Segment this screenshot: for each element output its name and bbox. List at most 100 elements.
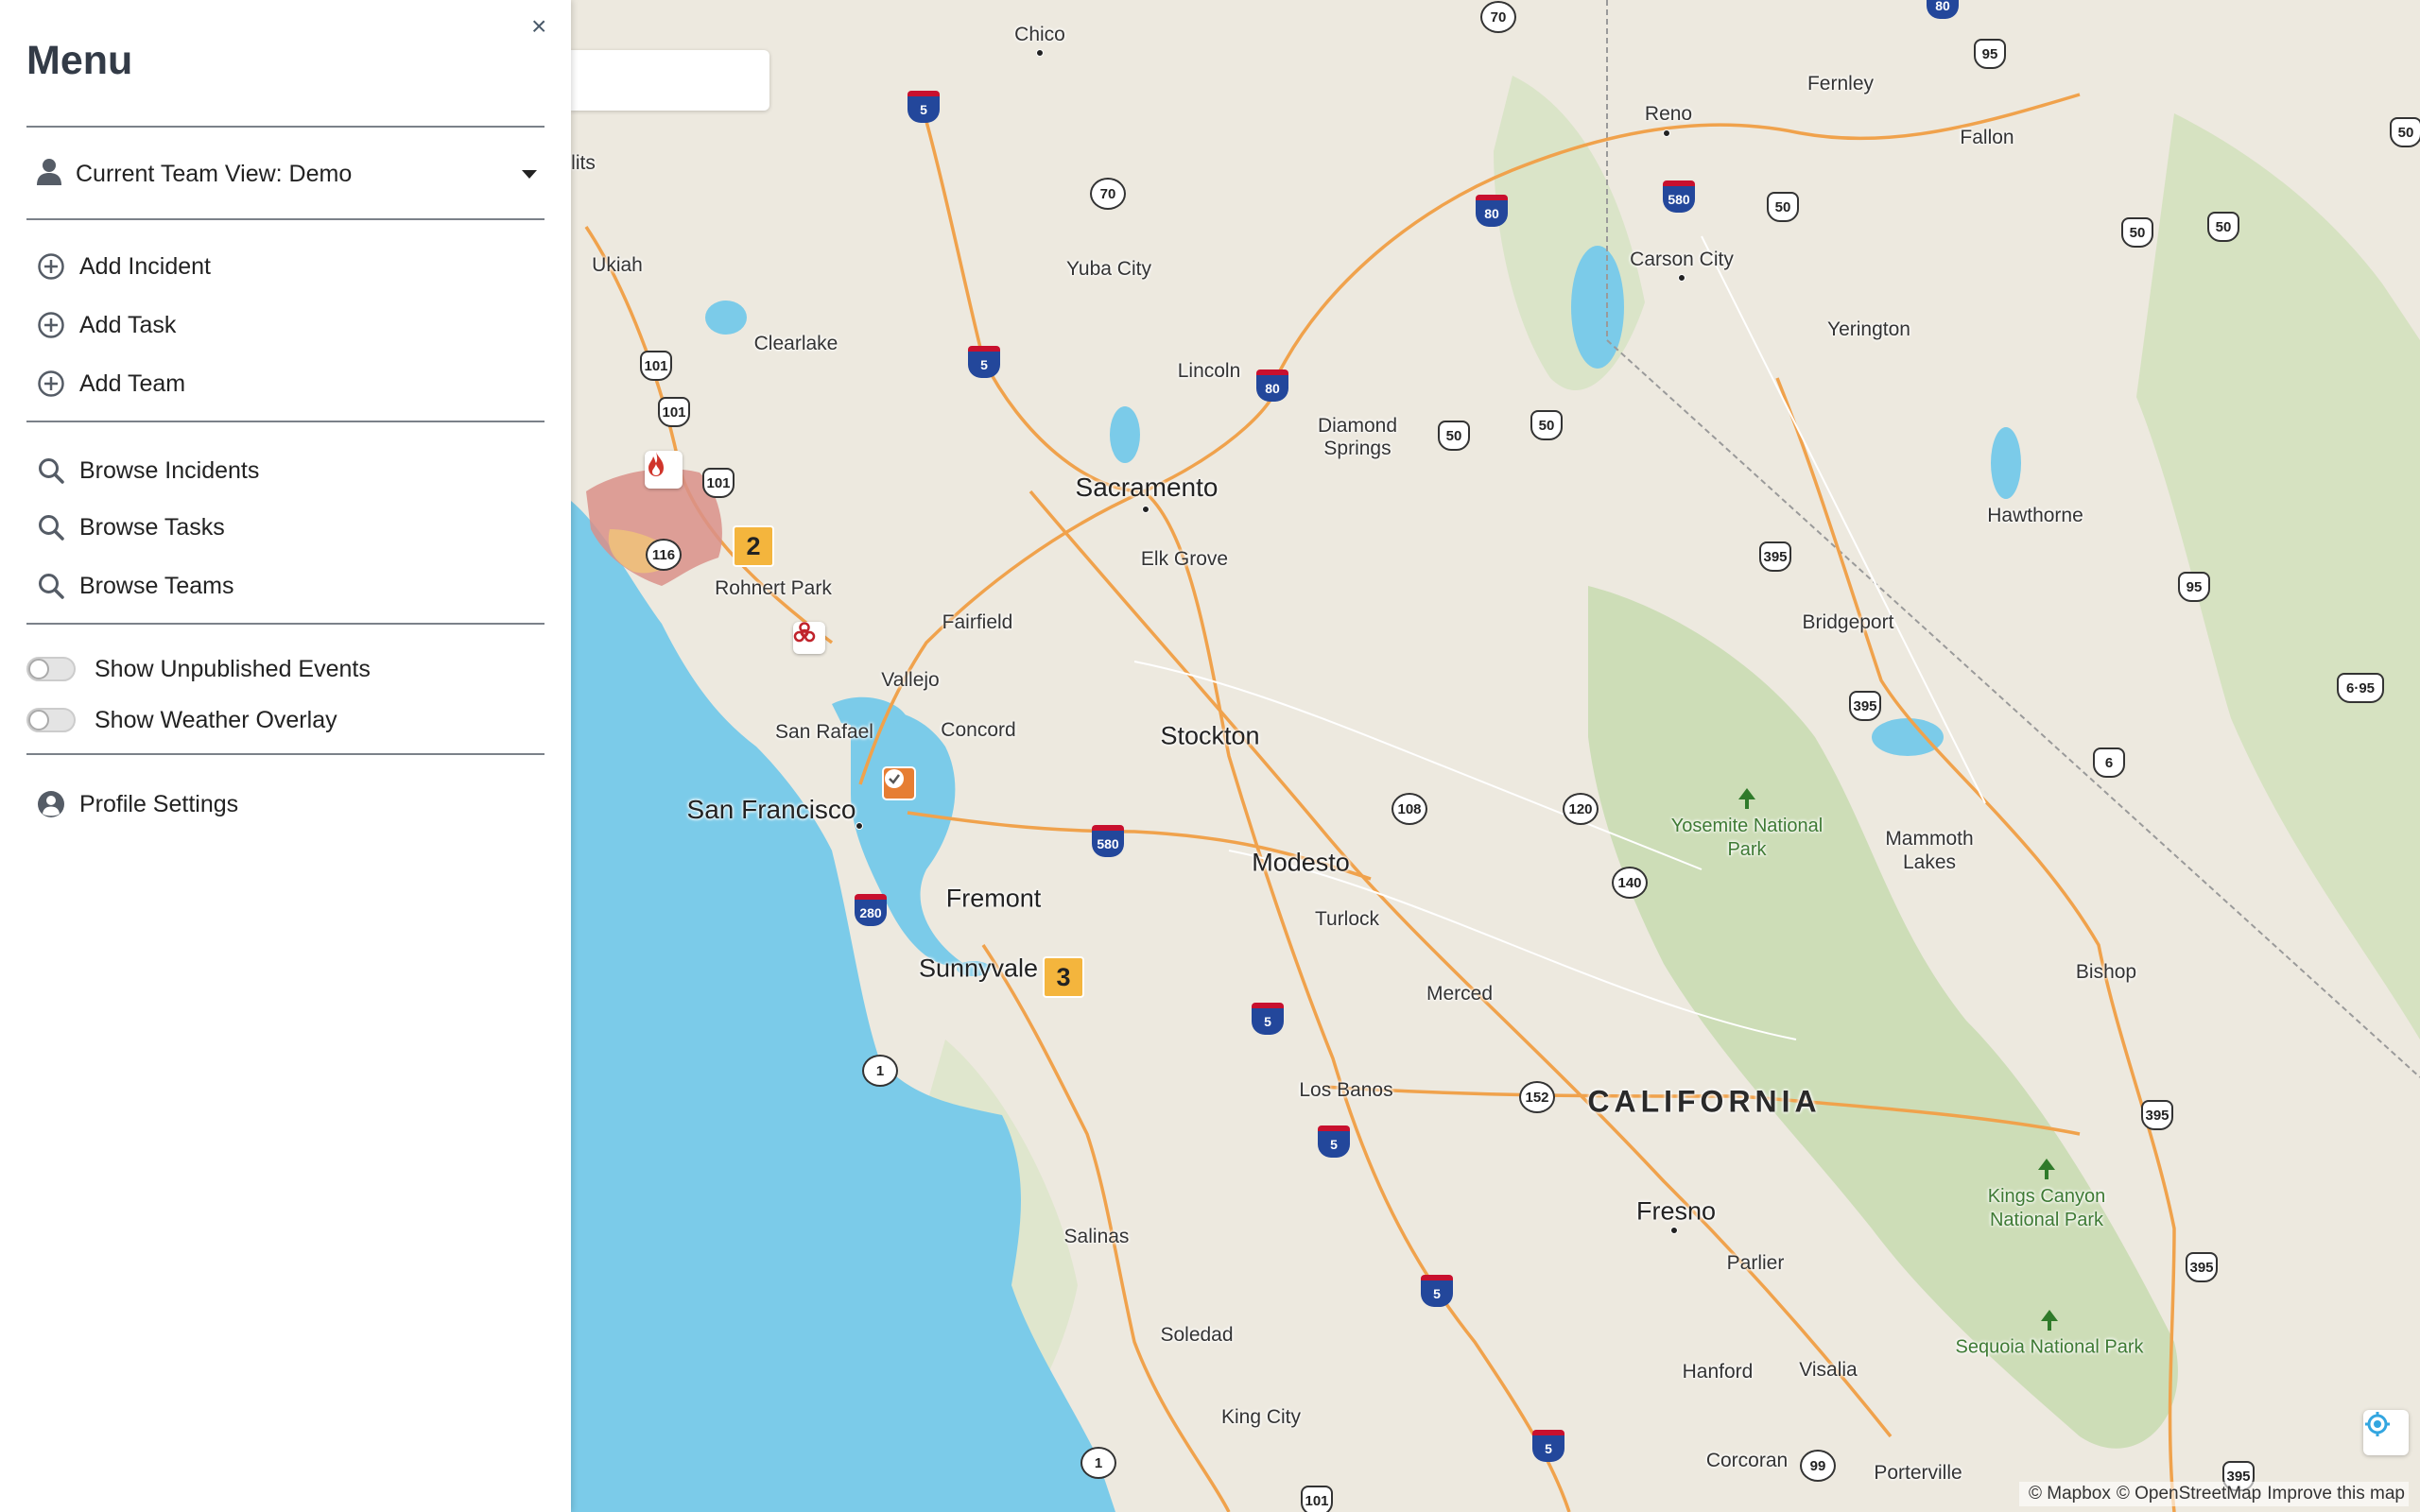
us-6-shield: 6 bbox=[2093, 747, 2125, 778]
place-label: Bridgeport bbox=[1802, 611, 1894, 633]
browse-teams-button[interactable]: Browse Teams bbox=[36, 565, 234, 607]
route-1-shield: 1 bbox=[1080, 1447, 1116, 1479]
place-label: Fallon bbox=[1960, 127, 2014, 148]
plus-circle-icon bbox=[36, 369, 66, 399]
route-1-shield: 1 bbox=[862, 1055, 898, 1087]
us-50-shield: 50 bbox=[2390, 117, 2420, 147]
place-label: Fairfield bbox=[942, 611, 1013, 633]
add-incident-button[interactable]: Add Incident bbox=[36, 246, 211, 287]
place-label: Stockton bbox=[1160, 721, 1260, 750]
close-icon[interactable]: × bbox=[531, 11, 546, 42]
incident-cluster-marker[interactable]: 2 bbox=[733, 525, 774, 567]
us-95-shield: 95 bbox=[2178, 572, 2210, 602]
add-team-button[interactable]: Add Team bbox=[36, 363, 185, 404]
place-label: Ukiah bbox=[592, 254, 643, 276]
unpublished-events-toggle[interactable] bbox=[26, 657, 76, 681]
place-label: Fresno bbox=[1635, 1196, 1717, 1226]
place-label: Reno bbox=[1644, 103, 1693, 125]
park-label: Yosemite National Park bbox=[1670, 816, 1824, 860]
team-view-label: Current Team View: Demo bbox=[76, 160, 353, 187]
unpublished-events-label: Show Unpublished Events bbox=[95, 655, 371, 682]
search-icon bbox=[36, 571, 66, 601]
add-task-label: Add Task bbox=[79, 311, 177, 338]
place-dot bbox=[1670, 1227, 1678, 1234]
profile-settings-button[interactable]: Profile Settings bbox=[36, 783, 238, 825]
task-complete-marker[interactable] bbox=[882, 766, 916, 800]
interstate-5-shield: 5 bbox=[1252, 1003, 1284, 1035]
search-icon bbox=[36, 512, 66, 542]
check-icon bbox=[885, 769, 904, 788]
plus-circle-icon bbox=[36, 310, 66, 340]
park-label: Sequoia National Park bbox=[1955, 1336, 2144, 1358]
us-101-shield: 101 bbox=[1301, 1486, 1333, 1512]
state-label: CALIFORNIA bbox=[1587, 1084, 1822, 1119]
place-label: Lincoln bbox=[1177, 360, 1241, 382]
us-395-shield: 395 bbox=[1759, 541, 1791, 572]
us-50-shield: 50 bbox=[2121, 217, 2153, 248]
unpublished-events-toggle-row: Show Unpublished Events bbox=[26, 650, 371, 688]
weather-overlay-toggle[interactable] bbox=[26, 708, 76, 732]
map-attribution: © Mapbox © OpenStreetMap Improve this map bbox=[2018, 1482, 2409, 1506]
us-395-shield: 395 bbox=[2141, 1100, 2173, 1130]
attribution-improve-link[interactable]: Improve this map bbox=[2267, 1484, 2405, 1503]
place-label: Hanford bbox=[1682, 1361, 1754, 1383]
place-label: Fremont bbox=[945, 884, 1042, 913]
route-70-shield: 70 bbox=[1090, 178, 1126, 210]
place-label: Los Banos bbox=[1299, 1079, 1393, 1101]
place-label: Sacramento bbox=[1075, 472, 1219, 502]
interstate-5-shield: 5 bbox=[1318, 1125, 1350, 1158]
add-task-button[interactable]: Add Task bbox=[36, 304, 176, 346]
place-dot bbox=[856, 822, 863, 830]
divider bbox=[26, 623, 544, 625]
locate-me-button[interactable] bbox=[2363, 1410, 2409, 1455]
place-label: Diamond Springs bbox=[1317, 415, 1398, 459]
route-99-shield: 99 bbox=[1800, 1450, 1836, 1482]
attribution-osm-link[interactable]: © OpenStreetMap bbox=[2117, 1484, 2261, 1503]
place-label: Corcoran bbox=[1705, 1450, 1789, 1471]
place-label: Concord bbox=[941, 719, 1016, 741]
geolocate-icon bbox=[2365, 1412, 2390, 1436]
weather-overlay-toggle-row: Show Weather Overlay bbox=[26, 701, 337, 739]
us-395-shield: 395 bbox=[2186, 1252, 2218, 1282]
interstate-580-shield: 580 bbox=[1663, 180, 1695, 213]
interstate-80-shield: 80 bbox=[1256, 369, 1288, 402]
place-label: Merced bbox=[1426, 983, 1494, 1005]
add-incident-label: Add Incident bbox=[79, 252, 211, 280]
plus-circle-icon bbox=[36, 251, 66, 282]
incident-cluster-marker[interactable]: 3 bbox=[1043, 956, 1084, 998]
interstate-5-shield: 5 bbox=[1421, 1275, 1453, 1307]
us-101-shield: 101 bbox=[702, 468, 735, 498]
place-dot bbox=[1678, 274, 1685, 282]
place-label: Bishop bbox=[2075, 961, 2137, 983]
place-label: King City bbox=[1220, 1406, 1302, 1428]
fire-incident-marker[interactable] bbox=[645, 451, 683, 489]
us-50-shield: 50 bbox=[1530, 410, 1563, 440]
route-140-shield: 140 bbox=[1612, 867, 1648, 899]
us-50-shield: 50 bbox=[2207, 212, 2239, 242]
us-695-shield: 6·95 bbox=[2337, 673, 2384, 703]
team-view-dropdown[interactable]: Current Team View: Demo bbox=[36, 153, 544, 195]
park-label: Kings Canyon National Park bbox=[1987, 1186, 2106, 1230]
place-label: Elk Grove bbox=[1140, 548, 1229, 570]
place-label: Modesto bbox=[1252, 848, 1350, 877]
browse-tasks-button[interactable]: Browse Tasks bbox=[36, 507, 225, 548]
profile-settings-label: Profile Settings bbox=[79, 790, 239, 817]
place-dot bbox=[1142, 506, 1150, 513]
place-label: Visalia bbox=[1799, 1359, 1858, 1381]
attribution-mapbox-link[interactable]: © Mapbox bbox=[2029, 1484, 2111, 1503]
browse-incidents-button[interactable]: Browse Incidents bbox=[36, 450, 259, 491]
divider bbox=[26, 218, 544, 220]
fire-icon bbox=[648, 452, 664, 476]
biohazard-incident-marker[interactable] bbox=[793, 622, 825, 654]
place-label: Clearlake bbox=[753, 333, 838, 354]
place-label: Hawthorne bbox=[1987, 505, 2083, 526]
search-box[interactable] bbox=[571, 50, 769, 111]
place-label: Yerington bbox=[1827, 318, 1910, 340]
place-label: San Rafael bbox=[775, 721, 873, 743]
us-101-shield: 101 bbox=[640, 351, 672, 381]
place-label: Vallejo bbox=[881, 669, 940, 691]
interstate-5-shield: 5 bbox=[908, 91, 940, 123]
biohazard-icon bbox=[793, 622, 816, 643]
place-label: Rohnert Park bbox=[715, 577, 832, 599]
place-label: Parlier bbox=[1726, 1252, 1785, 1274]
